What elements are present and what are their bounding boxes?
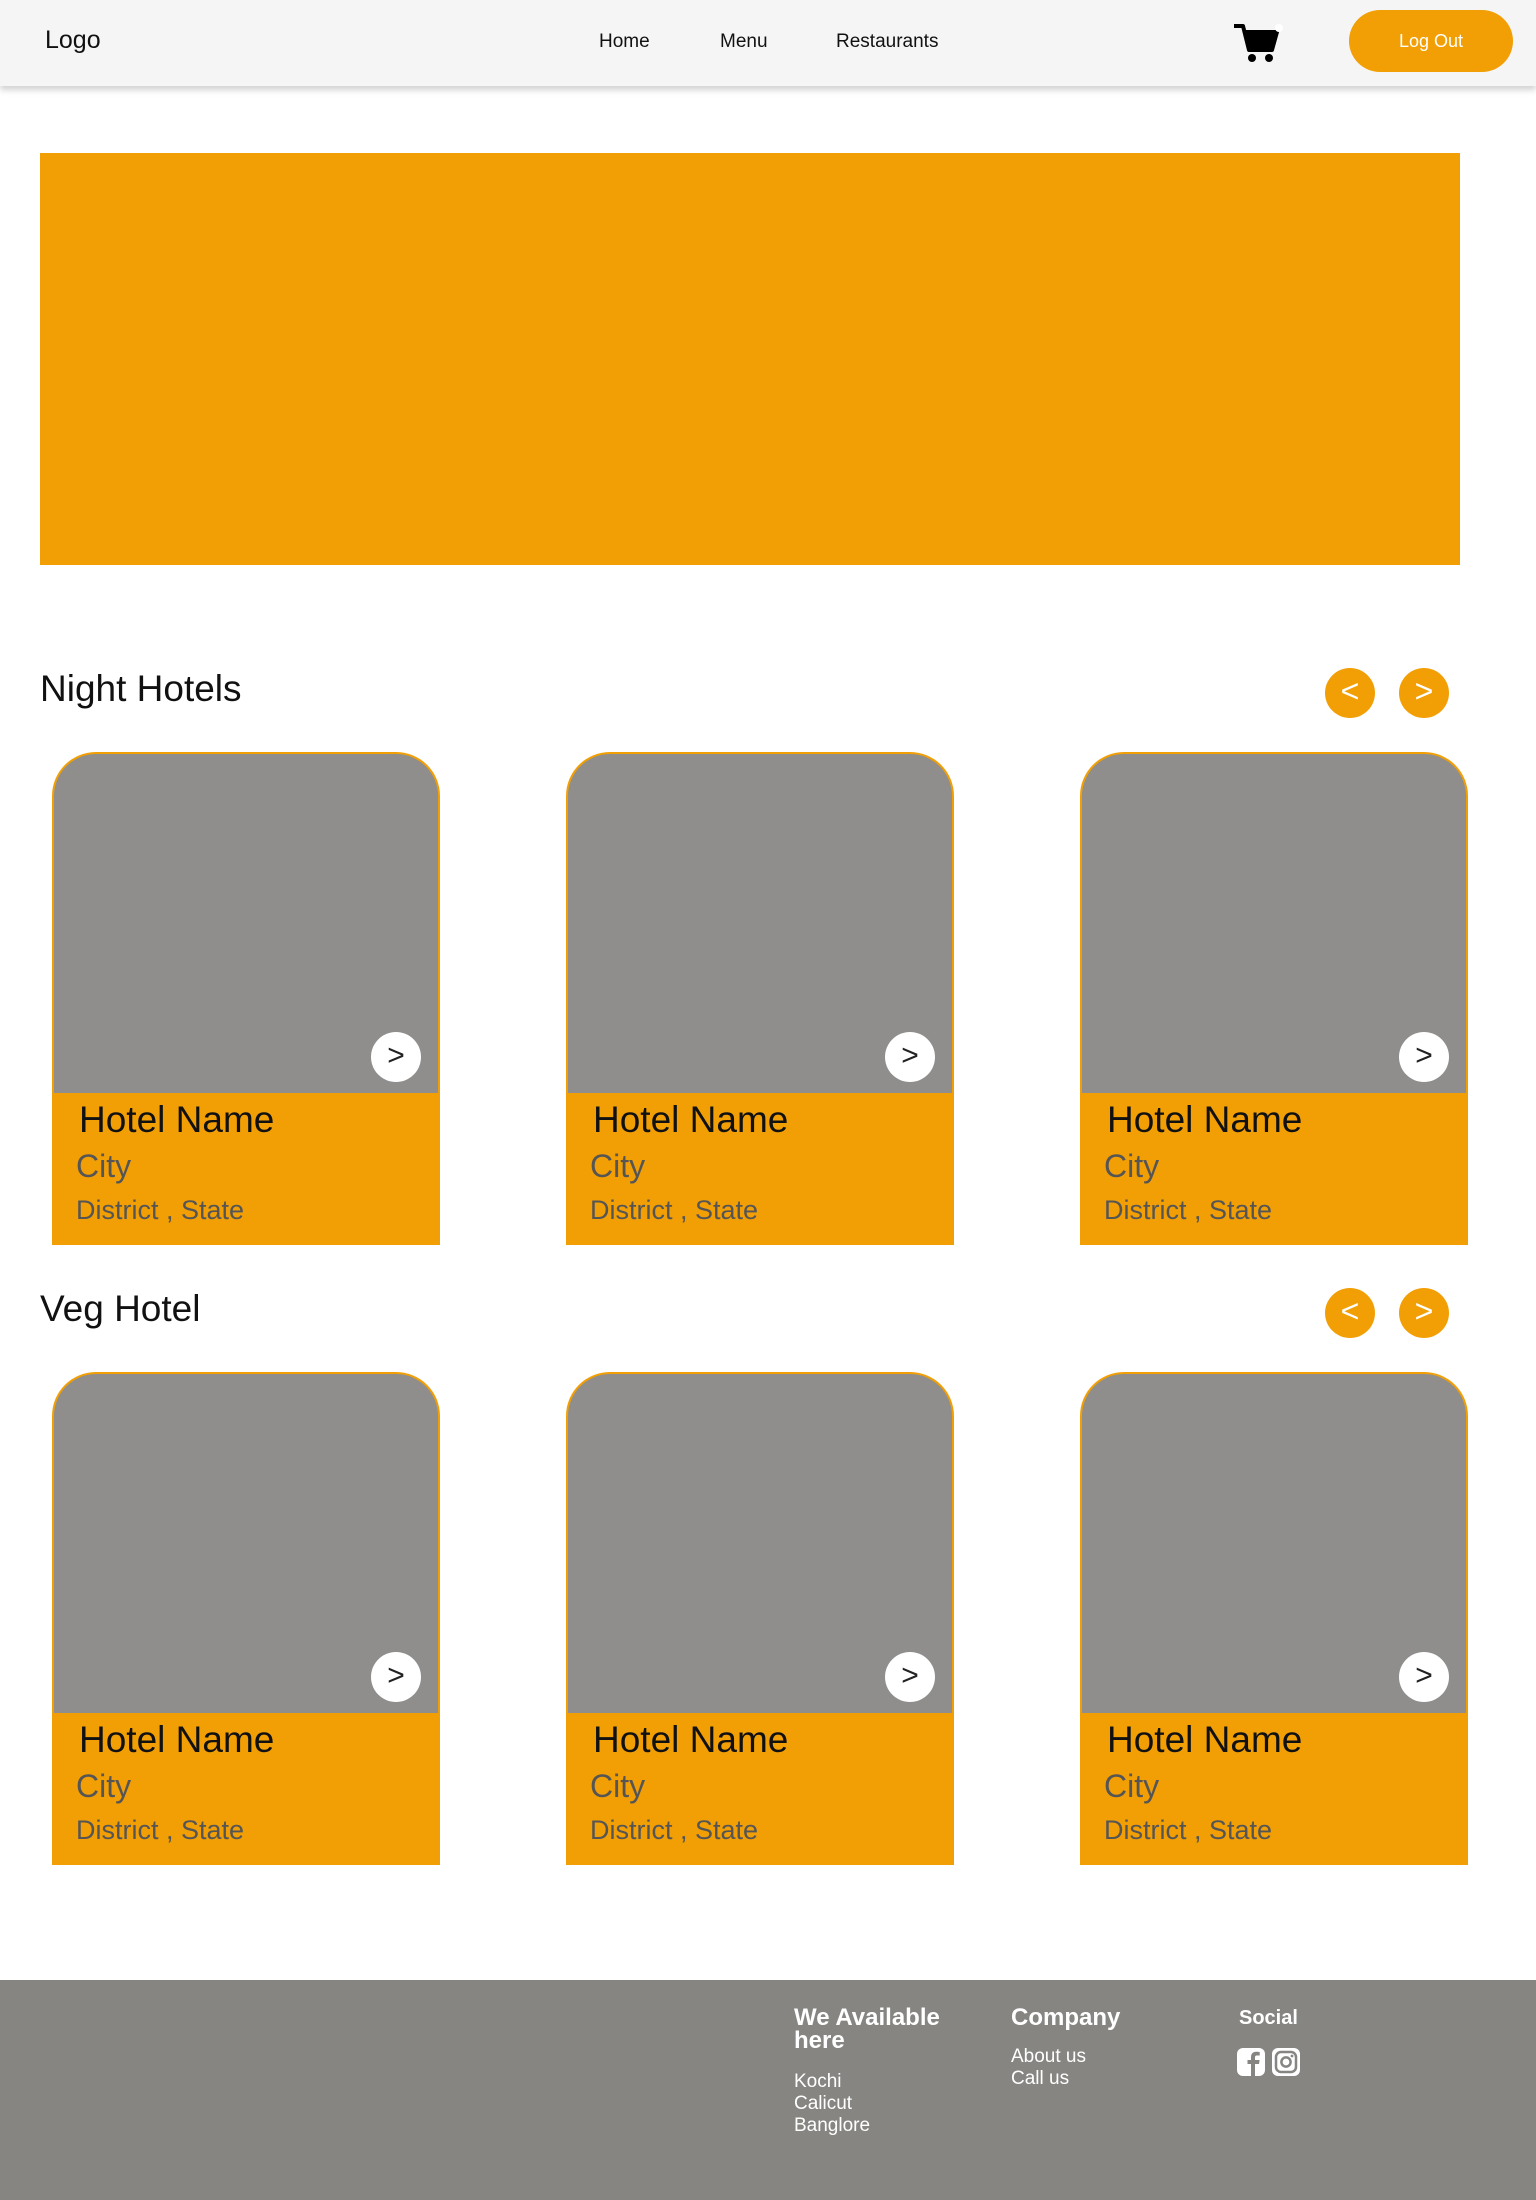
hotel-card[interactable]: > Hotel Name City District , State [566,1372,954,1865]
hotel-open-button[interactable]: > [885,1652,935,1702]
nav-home[interactable]: Home [599,31,650,53]
hotel-location: District , State [590,1815,759,1845]
footer [0,1980,1536,2200]
hotel-name: Hotel Name [79,1719,275,1760]
hotel-name: Hotel Name [593,1099,789,1140]
section-title-night-hotels: Night Hotels [40,668,242,709]
hotel-city: City [76,1768,132,1804]
hotel-card[interactable]: > Hotel Name City District , State [1080,1372,1468,1865]
hotel-info: Hotel Name City District , State [52,1093,440,1245]
hotel-city: City [1104,1768,1160,1804]
hotel-name: Hotel Name [593,1719,789,1760]
footer-social-heading: Social [1239,2007,1298,2029]
hotel-open-button[interactable]: > [371,1032,421,1082]
hotel-location: District , State [1104,1815,1273,1845]
night-hotels-next-button[interactable]: > [1399,668,1449,718]
top-navbar: Logo Home Menu Restaurants Log Out [0,0,1536,86]
hotel-city: City [590,1148,646,1184]
hotel-open-button[interactable]: > [1399,1032,1449,1082]
hotel-info: Hotel Name City District , State [566,1093,954,1245]
hotel-card[interactable]: > Hotel Name City District , State [566,752,954,1245]
hotel-name: Hotel Name [79,1099,275,1140]
hotel-location: District , State [76,1195,245,1225]
night-hotels-prev-button[interactable]: < [1325,668,1375,718]
logout-button[interactable]: Log Out [1349,10,1513,72]
cart-icon[interactable] [1232,22,1284,64]
footer-available-heading: We Available [794,2004,940,2031]
hotel-open-button[interactable]: > [1399,1652,1449,1702]
hotel-location: District , State [1104,1195,1273,1225]
hotel-city: City [590,1768,646,1804]
hotel-info: Hotel Name City District , State [1080,1093,1468,1245]
nav-menu[interactable]: Menu [720,31,768,53]
hotel-name: Hotel Name [1107,1719,1303,1760]
hotel-location: District , State [76,1815,245,1845]
footer-city-link[interactable]: Calicut [794,2093,852,2115]
section-title-veg-hotel: Veg Hotel [40,1288,201,1329]
footer-city-link[interactable]: Banglore [794,2115,870,2137]
hotel-open-button[interactable]: > [885,1032,935,1082]
header-logo[interactable]: Logo [45,26,101,55]
hotel-info: Hotel Name City District , State [52,1713,440,1865]
footer-available-heading-2: here [794,2027,845,2054]
footer-call-link[interactable]: Call us [1011,2068,1069,2090]
footer-company-heading: Company [1011,2004,1121,2031]
hotel-info: Hotel Name City District , State [566,1713,954,1865]
instagram-icon[interactable] [1271,2047,1301,2077]
hotel-name: Hotel Name [1107,1099,1303,1140]
hotel-card[interactable]: > Hotel Name City District , State [52,1372,440,1865]
hotel-open-button[interactable]: > [371,1652,421,1702]
hotel-card[interactable]: > Hotel Name City District , State [1080,752,1468,1245]
footer-logo[interactable]: Logo [110,102,175,135]
veg-hotel-next-button[interactable]: > [1399,1288,1449,1338]
facebook-icon[interactable] [1236,2047,1266,2077]
hotel-city: City [1104,1148,1160,1184]
hotel-card[interactable]: > Hotel Name City District , State [52,752,440,1245]
veg-hotel-prev-button[interactable]: < [1325,1288,1375,1338]
hotel-city: City [76,1148,132,1184]
nav-restaurants[interactable]: Restaurants [836,31,938,53]
footer-city-link[interactable]: Kochi [794,2071,842,2093]
hotel-location: District , State [590,1195,759,1225]
footer-about-link[interactable]: About us [1011,2046,1086,2068]
hotel-info: Hotel Name City District , State [1080,1713,1468,1865]
hero-banner[interactable] [40,153,1460,565]
